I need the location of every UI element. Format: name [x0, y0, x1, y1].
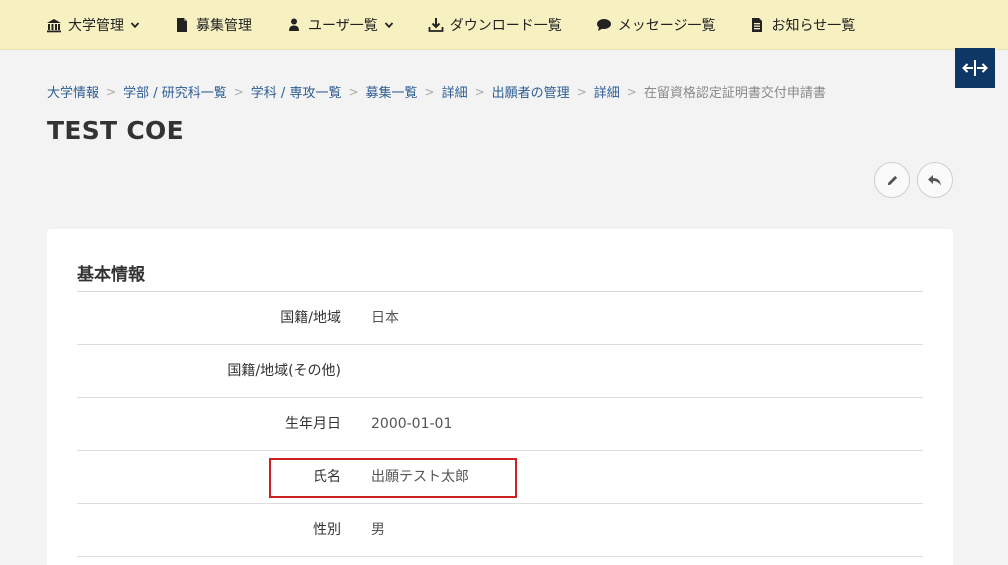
- file-icon: [174, 17, 190, 33]
- nav-item-label: メッセージ一覧: [617, 17, 716, 34]
- nav-item-label: ユーザ一覧: [308, 17, 378, 34]
- info-row-nationality-other: 国籍/地域(その他): [77, 345, 923, 398]
- info-row-gender: 性別 男: [77, 504, 923, 557]
- expand-horizontal-icon: [961, 58, 989, 78]
- expand-toggle-button[interactable]: [955, 48, 995, 88]
- nav-item-messages[interactable]: メッセージ一覧: [596, 0, 716, 50]
- nav-item-users[interactable]: ユーザ一覧: [286, 0, 394, 50]
- download-icon: [428, 17, 444, 33]
- breadcrumb-applicant-detail[interactable]: 詳細: [594, 82, 620, 101]
- nav-item-recruitment[interactable]: 募集管理: [174, 0, 252, 50]
- field-label: 国籍/地域: [280, 310, 341, 326]
- breadcrumb-applicant-management[interactable]: 出願者の管理: [492, 82, 570, 101]
- notice-icon: [749, 17, 765, 33]
- chevron-down-icon: [130, 20, 140, 30]
- field-value: 日本: [371, 310, 399, 326]
- breadcrumb-university-info[interactable]: 大学情報: [47, 82, 99, 101]
- breadcrumb: 大学情報 > 学部 / 研究科一覧 > 学科 / 専攻一覧 > 募集一覧 > 詳…: [47, 82, 826, 102]
- nav-item-label: 募集管理: [196, 17, 252, 34]
- chevron-down-icon: [384, 20, 394, 30]
- breadcrumb-department-list[interactable]: 学科 / 専攻一覧: [251, 82, 342, 101]
- field-value: 男: [371, 522, 385, 538]
- pencil-icon: [886, 174, 899, 187]
- user-icon: [286, 17, 302, 33]
- field-value: 2000-01-01: [371, 416, 453, 432]
- breadcrumb-separator: >: [348, 84, 359, 99]
- breadcrumb-current: 在留資格認定証明書交付申請書: [643, 86, 826, 101]
- section-title: 基本情報: [77, 265, 145, 285]
- field-label: 国籍/地域(その他): [227, 363, 341, 379]
- breadcrumb-detail[interactable]: 詳細: [442, 82, 468, 101]
- back-button[interactable]: [917, 162, 953, 198]
- nav-item-notices[interactable]: お知らせ一覧: [749, 0, 855, 50]
- breadcrumb-separator: >: [424, 84, 435, 99]
- nav-item-university[interactable]: 大学管理: [46, 0, 140, 50]
- nav-item-downloads[interactable]: ダウンロード一覧: [428, 0, 562, 50]
- field-label: 性別: [313, 522, 341, 538]
- breadcrumb-separator: >: [474, 84, 485, 99]
- info-row-name: 氏名 出願テスト太郎: [77, 451, 923, 504]
- nav-item-label: 大学管理: [68, 17, 124, 34]
- info-row-nationality: 国籍/地域 日本: [77, 292, 923, 345]
- breadcrumb-separator: >: [106, 84, 117, 99]
- field-label: 氏名: [313, 469, 341, 485]
- field-value: 出願テスト太郎: [371, 469, 469, 485]
- breadcrumb-separator: >: [626, 84, 637, 99]
- university-icon: [46, 17, 62, 33]
- breadcrumb-recruitment-list[interactable]: 募集一覧: [366, 82, 418, 101]
- nav-item-label: お知らせ一覧: [771, 17, 856, 34]
- page-title: TEST COE: [47, 116, 184, 145]
- top-navigation: 大学管理 募集管理 ユーザ一覧 ダウンロード一覧 メッセージ一覧 お知らせ一覧: [0, 0, 1008, 50]
- edit-button[interactable]: [874, 162, 910, 198]
- nav-item-label: ダウンロード一覧: [449, 17, 562, 34]
- basic-info-card: 基本情報 国籍/地域 日本 国籍/地域(その他) 生年月日 2000-01-01…: [47, 229, 953, 565]
- breadcrumb-separator: >: [576, 84, 587, 99]
- breadcrumb-separator: >: [233, 84, 244, 99]
- reply-icon: [927, 173, 943, 187]
- info-row-birthdate: 生年月日 2000-01-01: [77, 398, 923, 451]
- field-label: 生年月日: [285, 416, 341, 432]
- breadcrumb-faculty-list[interactable]: 学部 / 研究科一覧: [123, 82, 227, 101]
- message-icon: [596, 17, 612, 33]
